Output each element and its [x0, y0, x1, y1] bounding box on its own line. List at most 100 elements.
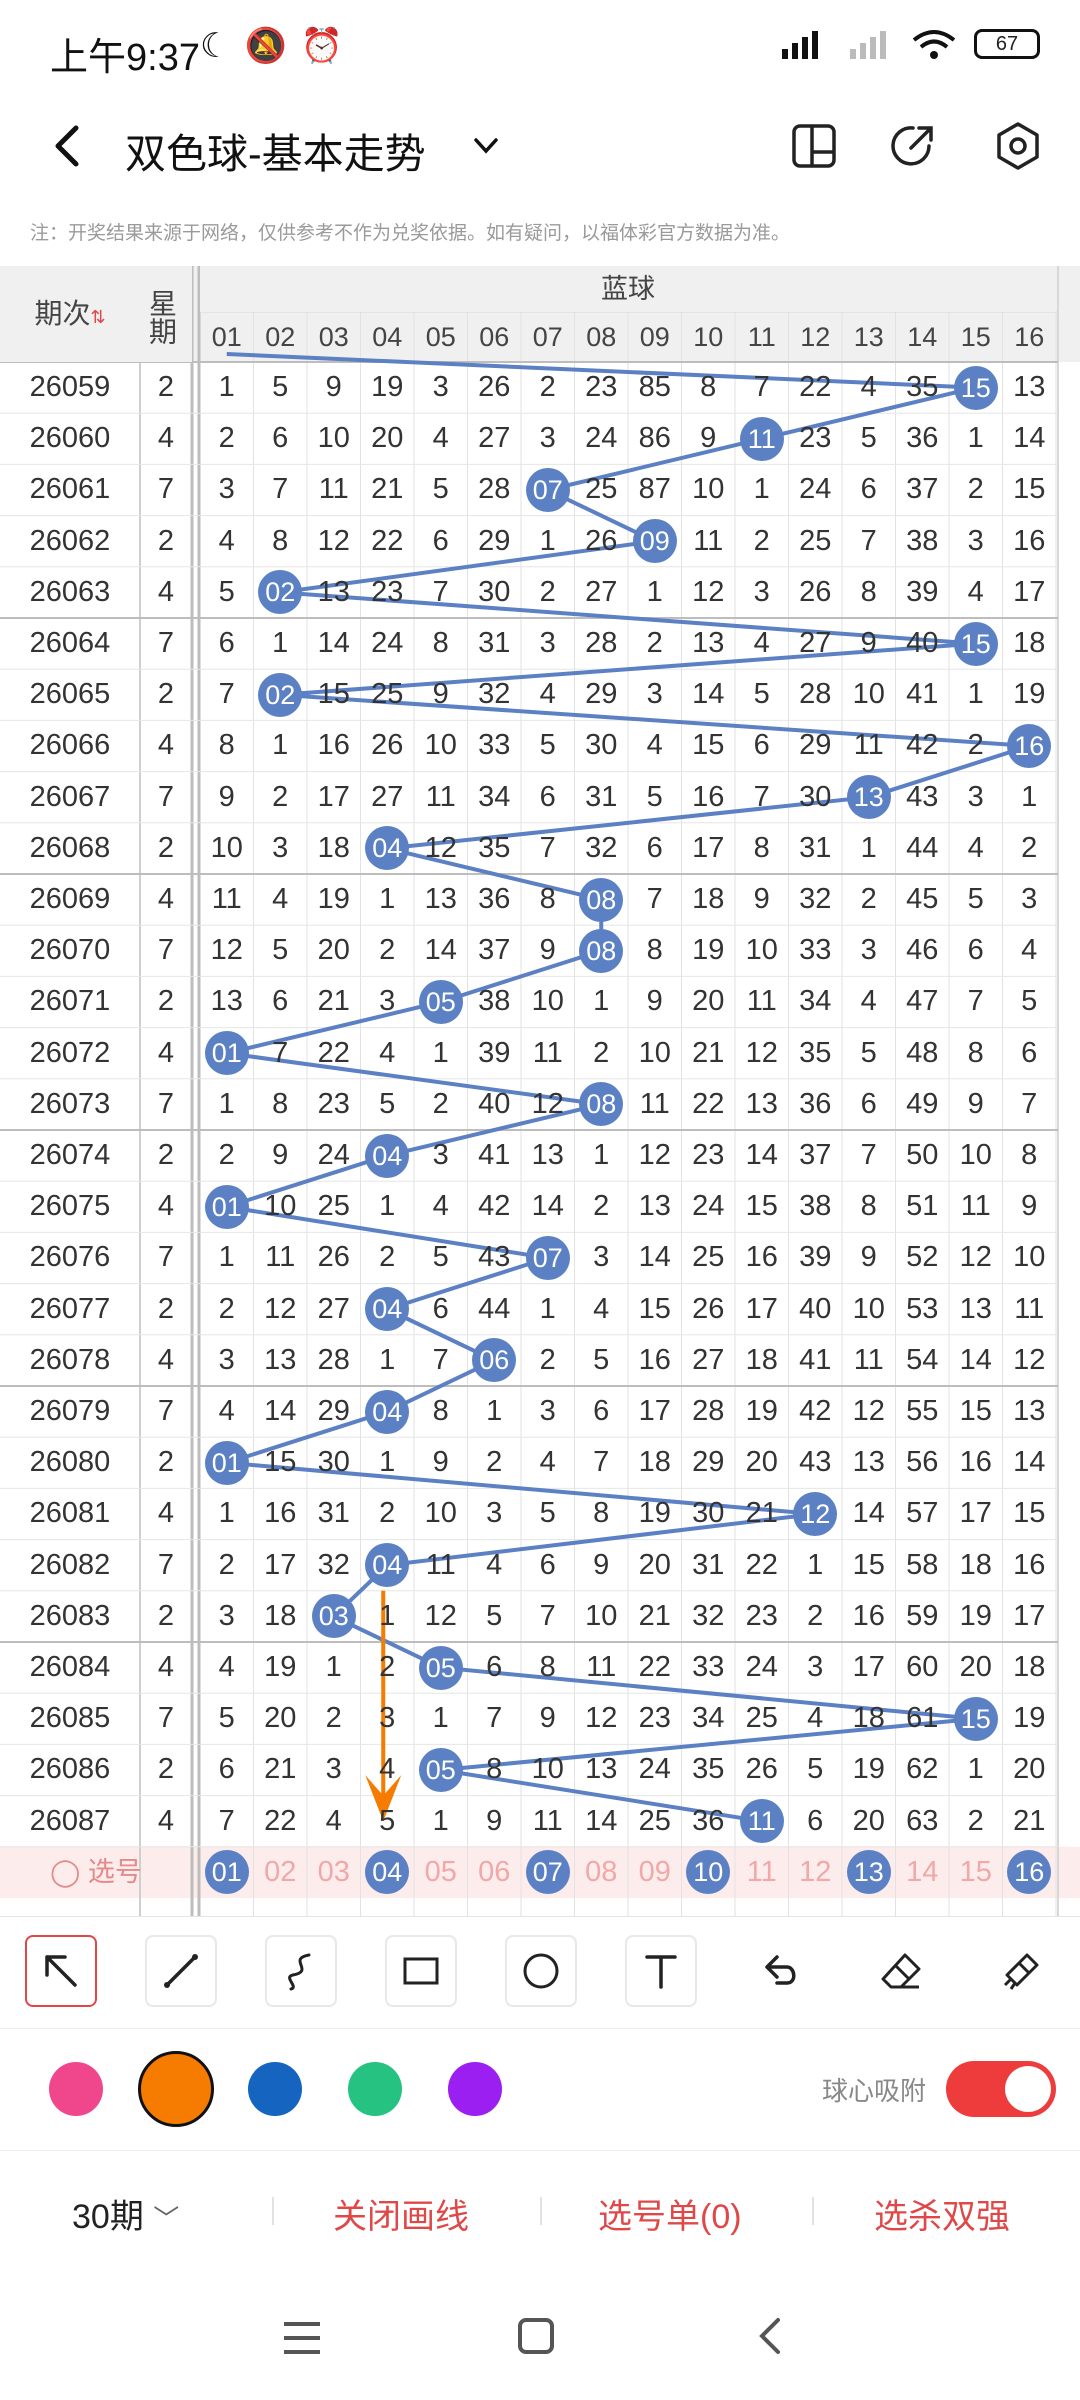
color-swatch-pink[interactable]	[49, 2062, 103, 2116]
hit-ball[interactable]: 02	[258, 672, 303, 717]
trend-chart[interactable]: 26059 2 1 5 9 19 3 26 2 23 85 8 7 22 4 35 15 13 26060 4 2 6 10…	[0, 266, 1080, 1916]
hit-ball[interactable]: 01	[204, 1440, 249, 1485]
select-ball-16[interactable]: 16	[1007, 1850, 1052, 1895]
period-selector[interactable]: 30期 ﹀	[72, 2189, 179, 2238]
home-icon[interactable]	[516, 2316, 556, 2356]
circle-tool[interactable]	[505, 1935, 577, 2007]
select-ball-11[interactable]: 11	[735, 1847, 789, 1898]
miss-count-cell: 38	[799, 1190, 832, 1223]
share-icon[interactable]	[883, 116, 943, 176]
color-swatch-blue[interactable]	[248, 2062, 302, 2116]
miss-count-cell: 28	[799, 678, 832, 711]
miss-count-cell: 7	[860, 1139, 877, 1171]
chevron-down-icon[interactable]	[468, 128, 504, 164]
rectangle-tool[interactable]	[385, 1935, 457, 2007]
select-ball-14[interactable]: 14	[896, 1847, 950, 1898]
select-ball-09[interactable]: 09	[628, 1847, 682, 1898]
select-ball-07[interactable]: 07	[525, 1850, 570, 1895]
line-tool[interactable]	[145, 1935, 217, 2007]
hit-ball[interactable]: 01	[204, 1184, 249, 1229]
hit-ball[interactable]: 09	[632, 519, 677, 564]
miss-count-cell: 12	[424, 1599, 457, 1632]
battery-icon: 67	[974, 29, 1040, 59]
hit-ball[interactable]: 07	[525, 1236, 570, 1280]
miss-count-cell: 2	[379, 934, 396, 967]
kill-double-button[interactable]: 选杀双强	[874, 2189, 1010, 2238]
magnet-snap-toggle[interactable]	[946, 2061, 1056, 2117]
miss-count-cell: 12	[585, 1702, 618, 1735]
select-ball-12[interactable]: 12	[789, 1847, 843, 1898]
back-arrow-icon[interactable]	[40, 118, 96, 174]
undo-tool[interactable]	[745, 1935, 817, 2007]
hit-ball[interactable]: 15	[953, 1696, 998, 1741]
select-ball-01[interactable]: 01	[204, 1850, 249, 1895]
hit-ball[interactable]: 08	[579, 1082, 624, 1127]
hit-ball[interactable]: 04	[365, 1389, 410, 1434]
week-cell: 4	[157, 1036, 175, 1069]
miss-count-cell: 26	[371, 729, 404, 762]
miss-count-cell: 8	[593, 1497, 610, 1530]
hit-ball[interactable]: 04	[365, 1133, 410, 1178]
sort-icon[interactable]: ⇅	[90, 307, 105, 327]
back-icon[interactable]	[752, 2316, 788, 2356]
select-ball-06[interactable]: 06	[468, 1847, 522, 1898]
hit-ball[interactable]: 08	[579, 928, 624, 973]
color-swatch-green[interactable]	[348, 2062, 402, 2116]
select-row-label[interactable]: ◯ 选号	[36, 1847, 156, 1898]
week-cell: 7	[157, 780, 175, 813]
miss-count-cell: 21	[371, 473, 404, 506]
select-ball-10[interactable]: 10	[686, 1850, 731, 1895]
hit-ball[interactable]: 08	[579, 877, 624, 922]
select-ball-15[interactable]: 15	[949, 1847, 1003, 1898]
miss-count-cell: 23	[799, 422, 832, 455]
menu-icon[interactable]	[280, 2318, 324, 2358]
hit-ball[interactable]: 05	[418, 1645, 463, 1690]
hit-ball[interactable]: 07	[525, 468, 570, 512]
miss-count-cell: 19	[745, 1395, 778, 1427]
hit-ball[interactable]: 12	[793, 1492, 838, 1536]
hit-ball[interactable]: 02	[258, 570, 303, 615]
hit-ball[interactable]: 03	[311, 1594, 356, 1639]
selection-list-button[interactable]: 选号单(0)	[598, 2189, 742, 2238]
miss-count-cell: 22	[799, 371, 832, 403]
hit-ball[interactable]: 05	[418, 1748, 463, 1792]
select-ball-02[interactable]: 02	[254, 1847, 308, 1898]
eraser-tool[interactable]	[865, 1935, 937, 2007]
curve-tool[interactable]	[265, 1935, 337, 2007]
color-swatch-purple[interactable]	[448, 2062, 502, 2116]
settings-icon[interactable]	[988, 116, 1048, 176]
select-ball-04[interactable]: 04	[365, 1850, 410, 1895]
page-title[interactable]: 双色球-基本走势	[125, 120, 426, 180]
hit-ball[interactable]: 16	[1007, 724, 1052, 768]
hit-ball[interactable]: 11	[739, 1799, 784, 1844]
select-ball-13[interactable]: 13	[846, 1850, 891, 1895]
miss-count-cell: 38	[906, 524, 939, 557]
hit-ball[interactable]: 01	[204, 1031, 249, 1076]
text-tool[interactable]	[625, 1935, 697, 2007]
hit-ball[interactable]: 05	[418, 980, 463, 1024]
select-ball-03[interactable]: 03	[307, 1847, 361, 1898]
hit-ball[interactable]: 06	[472, 1338, 517, 1383]
miss-count-cell: 7	[272, 473, 289, 506]
hit-ball[interactable]: 13	[846, 775, 891, 820]
hit-ball[interactable]: 15	[953, 621, 998, 666]
hit-ball[interactable]: 04	[365, 1543, 410, 1588]
period-header[interactable]: 期次⇅	[0, 266, 140, 362]
hit-ball[interactable]: 11	[739, 416, 784, 461]
close-lines-button[interactable]: 关闭画线	[333, 2189, 469, 2238]
pointer-tool[interactable]	[25, 1935, 97, 2007]
miss-count-cell: 12	[317, 524, 350, 557]
miss-count-cell: 10	[424, 1497, 457, 1530]
color-swatch-orange[interactable]	[138, 2051, 214, 2127]
select-ball-08[interactable]: 08	[575, 1847, 629, 1898]
hit-ball[interactable]: 15	[953, 365, 998, 410]
select-ball-05[interactable]: 05	[414, 1847, 468, 1898]
miss-count-cell: 2	[325, 1702, 342, 1735]
miss-count-cell: 23	[745, 1599, 778, 1632]
week-cell: 4	[157, 575, 175, 608]
hit-ball[interactable]: 04	[365, 1287, 410, 1332]
clear-tool[interactable]	[985, 1935, 1057, 2007]
blue-ball-group-header: 蓝球	[200, 266, 1056, 312]
layout-icon[interactable]	[784, 116, 844, 176]
hit-ball[interactable]: 04	[365, 826, 410, 871]
